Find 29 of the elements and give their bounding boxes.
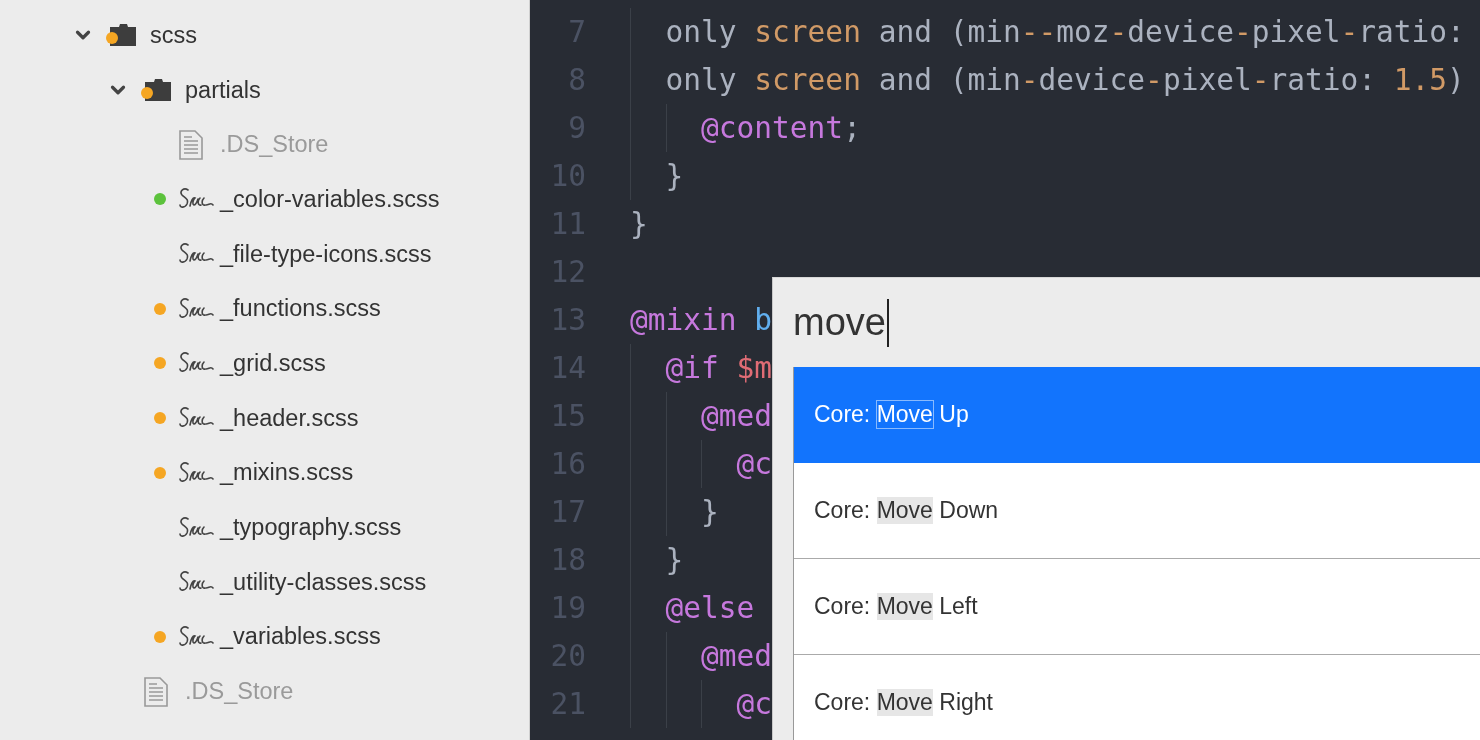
file-name[interactable]: _grid.scss (220, 349, 326, 377)
code-line: @content; (700, 110, 861, 147)
code-line: @med (700, 638, 773, 675)
document-icon (178, 129, 204, 160)
document-icon (143, 676, 169, 707)
code-line: } (664, 542, 684, 579)
code-line: @mixin b (630, 302, 773, 339)
code-line: } (700, 494, 719, 531)
code-line: only screen and (min--moz-device-pixel-ratio: (664, 14, 1465, 51)
file-name[interactable]: _functions.scss (220, 295, 381, 323)
code-line: only screen and (min-device-pixel-ratio: 1.5) (664, 62, 1465, 99)
command-item[interactable]: Core: Move Up (794, 367, 1480, 463)
folder-name[interactable]: partials (185, 76, 261, 104)
code-line: } (664, 158, 684, 195)
code-line: @med (700, 398, 773, 435)
folder-name[interactable]: scss (150, 21, 197, 49)
file-name[interactable]: _mixins.scss (220, 459, 354, 487)
code-line: } (630, 206, 648, 243)
file-name[interactable]: _header.scss (220, 404, 359, 432)
file-name[interactable]: _file-type-icons.scss (220, 240, 432, 268)
file-name[interactable]: _utility-classes.scss (220, 568, 427, 596)
code-line: @c (735, 686, 773, 723)
code-line: @c (735, 446, 773, 483)
code-line: @else (664, 590, 755, 627)
command-search-field[interactable]: move (773, 278, 1480, 367)
file-name[interactable]: _color-variables.scss (220, 185, 440, 213)
file-name[interactable]: _typography.scss (220, 514, 402, 542)
file-name[interactable]: _variables.scss (220, 623, 381, 651)
code-line: @if $m (664, 350, 773, 387)
